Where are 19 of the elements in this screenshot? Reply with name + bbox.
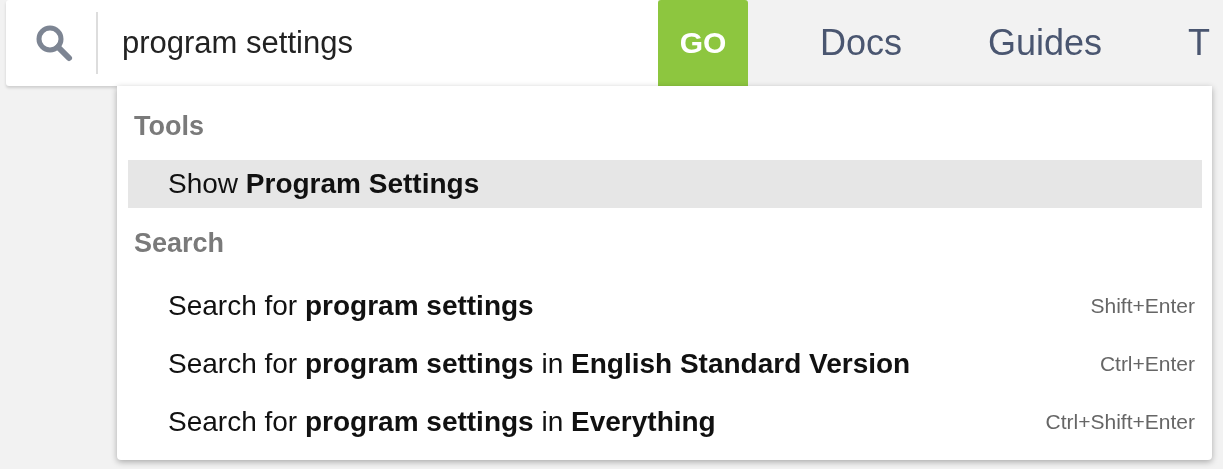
suggestion-text: Search for program settings in Everything (168, 406, 716, 438)
suggestion-item[interactable]: Show Program Settings (128, 160, 1202, 208)
nav-link[interactable]: T (1188, 22, 1211, 64)
group-header: Tools (133, 110, 205, 143)
search-icon (34, 23, 74, 63)
nav-link[interactable]: Docs (820, 22, 903, 64)
search-bar[interactable]: program settings (6, 0, 658, 86)
shortcut-hint: Shift+Enter (1090, 294, 1195, 318)
suggestion-text: Search for program settings in English Standard Version (168, 348, 911, 380)
nav-link[interactable]: Guides (988, 22, 1103, 64)
group-header: Search (133, 227, 226, 260)
suggestion-item[interactable]: Search for program settings Shift+Enter (128, 277, 1202, 335)
suggestion-text: Show Program Settings (168, 168, 480, 200)
suggestion-item[interactable]: Search for program settings in English Standard Version Ctrl+Enter (128, 335, 1202, 393)
suggestion-text: Search for program settings (168, 290, 534, 322)
shortcut-hint: Ctrl+Shift+Enter (1045, 410, 1195, 434)
suggestion-item[interactable]: Search for program settings in Everything Ctrl+Shift+Enter (128, 393, 1202, 451)
shortcut-hint: Ctrl+Enter (1099, 352, 1195, 376)
search-field[interactable]: program settings (122, 25, 602, 61)
